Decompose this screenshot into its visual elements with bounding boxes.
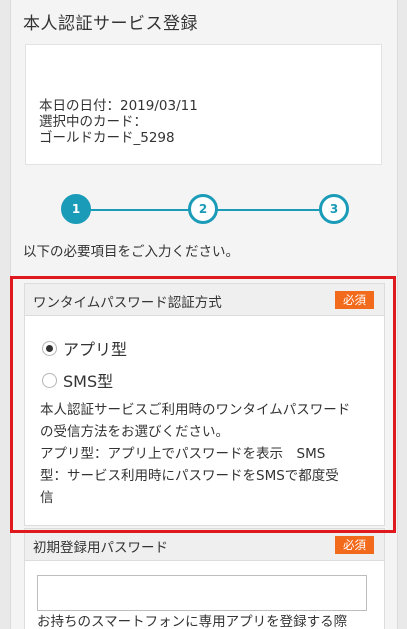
- card-name: ゴールドカード_5298: [39, 130, 175, 146]
- instruction-text: 以下の必要項目をご入力ください。: [23, 244, 239, 260]
- otp-description-line: 信: [40, 490, 54, 506]
- date-text: 本日の日付：2019/03/11: [39, 98, 198, 114]
- step-2: 2: [188, 194, 218, 224]
- otp-description: 本人認証サービスご利用時のワンタイムパスワード の受信方法をお選びください。 ア…: [40, 399, 380, 509]
- step-3: 3: [319, 194, 349, 224]
- step-1: 1: [61, 194, 91, 224]
- otp-description-line: アプリ型：アプリ上でパスワードを表示 SMS: [40, 446, 326, 462]
- initial-password-input[interactable]: [37, 575, 367, 611]
- otp-section-header: ワンタイムパスワード認証方式 必須: [25, 284, 384, 316]
- required-badge: 必須: [335, 536, 374, 554]
- password-description: お持ちのスマートフォンに専用アプリを登録する際: [37, 614, 348, 629]
- password-section-title: 初期登録用パスワード: [33, 540, 168, 556]
- page-title: 本人認証サービス登録: [23, 14, 198, 34]
- progress-stepper: 1 2 3: [61, 194, 349, 226]
- radio-label-sms: SMS型: [63, 372, 114, 391]
- password-section-header: 初期登録用パスワード 必須: [25, 529, 384, 561]
- otp-description-line: 本人認証サービスご利用時のワンタイムパスワード: [40, 402, 351, 418]
- card-info-box: 本日の日付：2019/03/11 選択中のカード： ゴールドカード_5298: [25, 44, 382, 165]
- radio-option-sms[interactable]: SMS型: [42, 368, 113, 392]
- otp-description-line: の受信方法をお選びください。: [40, 424, 229, 440]
- required-badge: 必須: [335, 291, 374, 309]
- stepper-line-2: [216, 209, 324, 211]
- radio-option-app[interactable]: アプリ型: [42, 336, 127, 360]
- otp-method-section: ワンタイムパスワード認証方式 必須 アプリ型 SMS型 本人認証サービスご利用時…: [24, 283, 385, 526]
- page-container: 本人認証サービス登録 本日の日付：2019/03/11 選択中のカード： ゴール…: [10, 0, 398, 629]
- radio-button-app[interactable]: [42, 340, 57, 356]
- stepper-line-1: [89, 209, 201, 211]
- radio-label-app: アプリ型: [63, 340, 128, 359]
- otp-description-line: 型：サービス利用時にパスワードをSMSで都度受: [40, 468, 339, 484]
- card-label: 選択中のカード：: [39, 114, 147, 130]
- radio-button-sms[interactable]: [42, 372, 57, 388]
- otp-section-title: ワンタイムパスワード認証方式: [33, 295, 222, 311]
